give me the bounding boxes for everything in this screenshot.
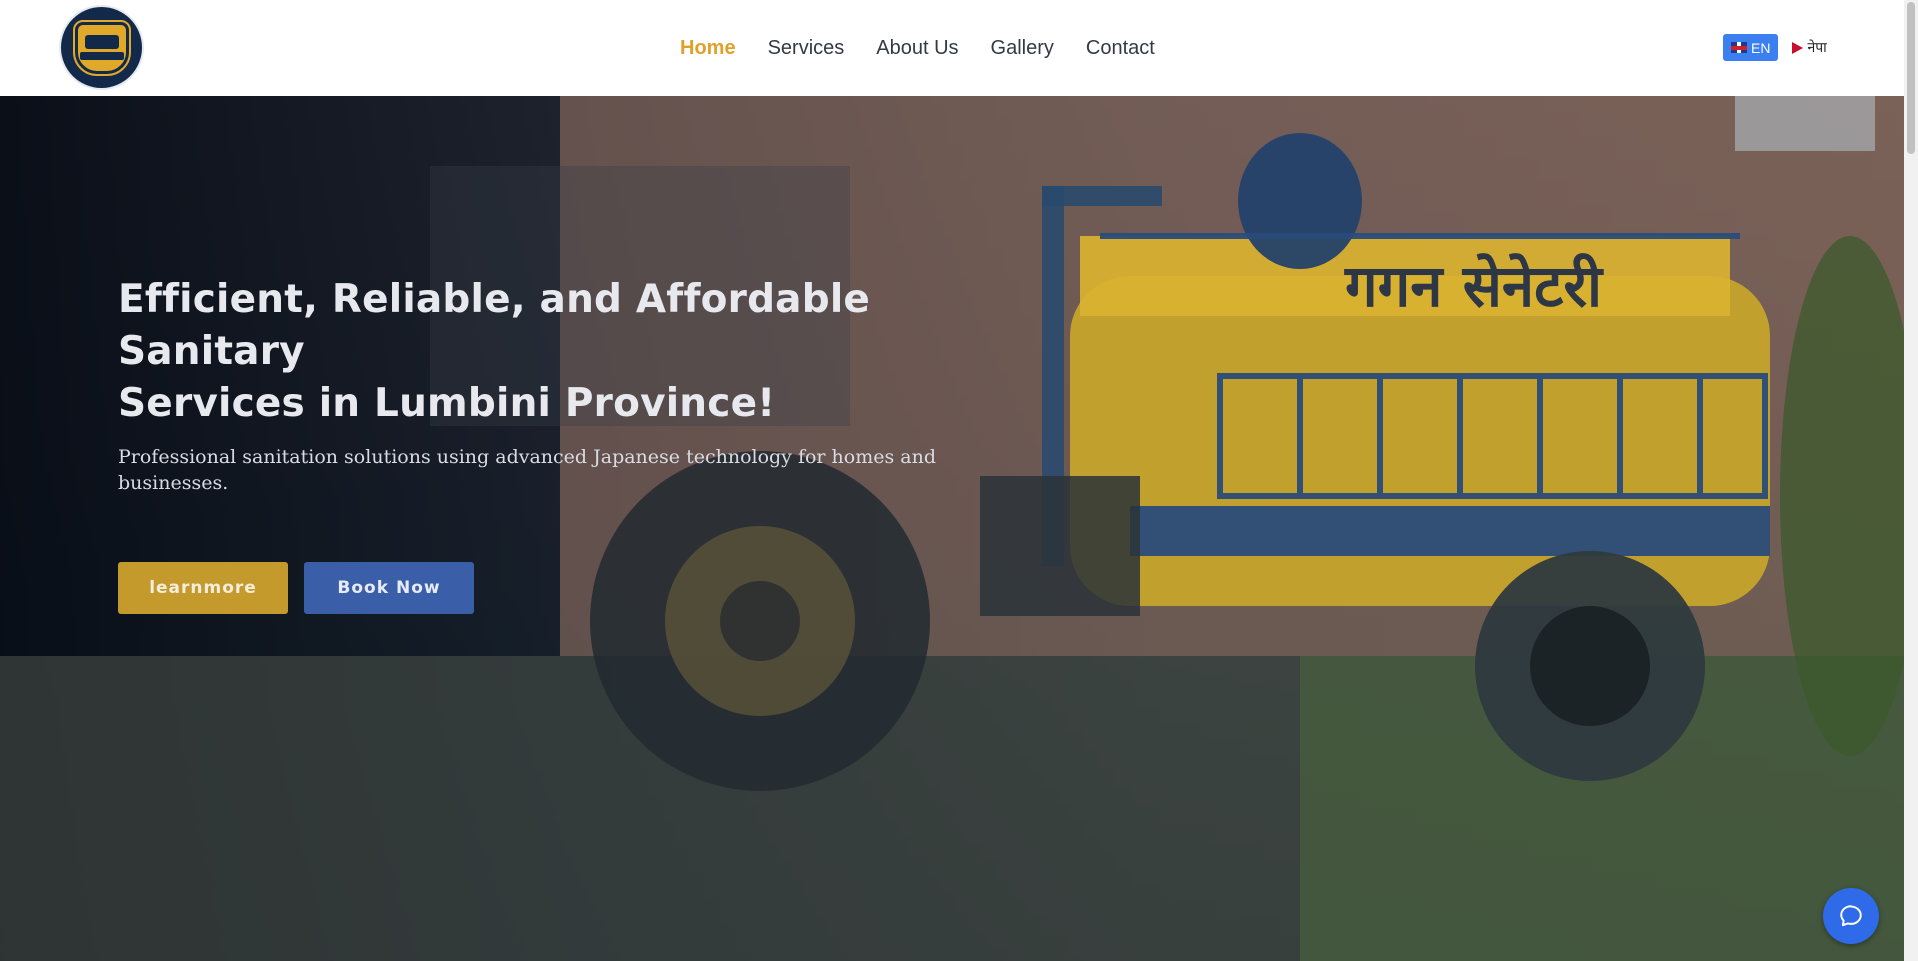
logo-banner (79, 52, 124, 60)
nepal-flag-icon (1792, 41, 1804, 54)
nav-contact[interactable]: Contact (1086, 37, 1155, 60)
nav-services[interactable]: Services (768, 37, 845, 60)
logo-badge-icon (72, 19, 131, 76)
tanker-lettering: गगन सेनेटरी (1344, 252, 1604, 320)
uk-flag-icon (1731, 42, 1747, 53)
learn-more-button[interactable]: learnmore (118, 562, 288, 614)
hero-section: गगन सेनेटरी Efficient, Reliable, and Aff… (0, 96, 1904, 961)
language-en-button[interactable]: EN (1723, 34, 1779, 61)
language-en-label: EN (1751, 39, 1771, 56)
hero-title-line-1: Efficient, Reliable, and Affordable Sani… (118, 277, 871, 374)
chat-button[interactable] (1823, 888, 1879, 944)
page-scrollbar[interactable] (1904, 0, 1918, 961)
language-ne-label: नेपा (1807, 39, 1827, 55)
nav-gallery[interactable]: Gallery (991, 37, 1054, 60)
site-header: Home Services About Us Gallery Contact E… (0, 0, 1904, 96)
hero-buttons: learnmore Book Now (118, 562, 1068, 614)
hero-content: Efficient, Reliable, and Affordable Sani… (118, 274, 1068, 614)
language-ne-button[interactable]: नेपा (1792, 34, 1827, 61)
hero-title: Efficient, Reliable, and Affordable Sani… (118, 274, 1068, 430)
scrollbar-thumb[interactable] (1907, 2, 1915, 154)
book-now-button[interactable]: Book Now (304, 562, 474, 614)
nav-about-us[interactable]: About Us (876, 37, 958, 60)
language-switcher: EN नेपा (1723, 34, 1827, 61)
chat-bubble-icon (1840, 905, 1862, 927)
truck-icon (84, 35, 119, 49)
hero-subtitle: Professional sanitation solutions using … (118, 446, 937, 494)
main-nav: Home Services About Us Gallery Contact (680, 0, 1187, 96)
hero-title-line-2: Services in Lumbini Province! (118, 381, 776, 426)
company-logo[interactable] (61, 7, 142, 88)
nav-home[interactable]: Home (680, 37, 736, 60)
